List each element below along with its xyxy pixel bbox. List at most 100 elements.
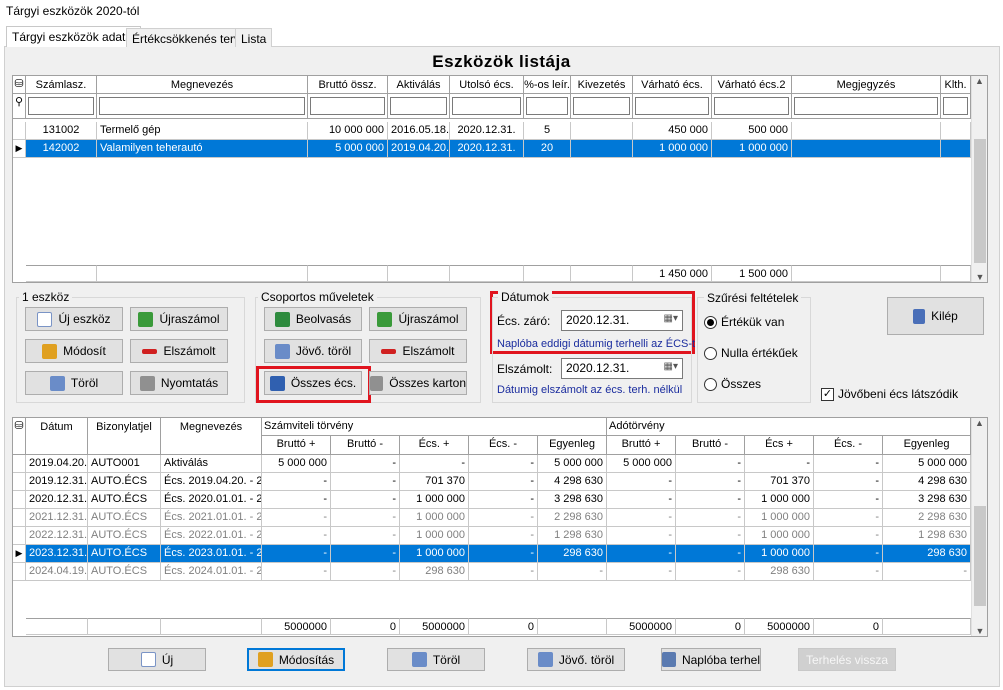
table-cell[interactable]: 298 630 (538, 545, 607, 563)
table-cell[interactable]: 2022.12.31. (26, 527, 88, 545)
new-asset-button[interactable]: Új eszköz (25, 307, 123, 331)
print-button[interactable]: Nyomtatás (130, 371, 228, 395)
table-cell[interactable]: 2020.12.31. (450, 140, 524, 158)
table-cell[interactable]: - (331, 563, 400, 581)
table-cell[interactable]: 1 298 630 (538, 527, 607, 545)
table-cell[interactable] (792, 122, 941, 140)
table-cell[interactable]: AUTO.ÉCS (88, 473, 161, 491)
table-cell[interactable]: - (814, 491, 883, 509)
filter-option-has-value[interactable]: Értékük van (704, 315, 784, 329)
table-cell[interactable]: - (676, 545, 745, 563)
column-header[interactable]: Dátum (26, 418, 88, 455)
filter-input[interactable] (943, 97, 968, 115)
table-cell[interactable]: - (262, 563, 331, 581)
journal-modify-button[interactable]: Módosítás (247, 648, 345, 671)
radio-icon[interactable] (704, 346, 717, 360)
filter-input[interactable] (635, 97, 709, 115)
table-cell[interactable]: - (676, 527, 745, 545)
journal-grid-scrollbar[interactable]: ▲ ▼ (971, 418, 987, 636)
column-header[interactable]: Számlasz. (26, 76, 97, 94)
filter-option-all[interactable]: Összes (704, 377, 761, 391)
tab-depreciation-plan[interactable]: Értékcsökkenés terv (126, 28, 247, 47)
table-cell[interactable]: 20 (524, 140, 571, 158)
table-cell[interactable]: 1 000 000 (633, 140, 712, 158)
table-cell[interactable]: 1 000 000 (400, 491, 469, 509)
table-cell[interactable]: 298 630 (745, 563, 814, 581)
table-cell[interactable]: Écs. 2019.04.20. - 201 (161, 473, 262, 491)
table-cell[interactable]: 5 000 000 (538, 455, 607, 473)
filter-input[interactable] (452, 97, 521, 115)
table-cell[interactable]: Écs. 2022.01.01. - 202 (161, 527, 262, 545)
asset-grid-scrollbar[interactable]: ▲ ▼ (971, 76, 987, 282)
table-cell[interactable]: - (400, 455, 469, 473)
column-header[interactable]: Egyenleg (538, 436, 607, 455)
journal-new-button[interactable]: Új (108, 648, 206, 671)
exit-button[interactable]: Kilép (887, 297, 984, 335)
column-header[interactable]: Várható écs.2 (712, 76, 792, 94)
table-cell[interactable]: - (331, 491, 400, 509)
table-cell[interactable]: 2019.12.31. (26, 473, 88, 491)
table-cell[interactable]: 2020.12.31. (450, 122, 524, 140)
table-cell[interactable]: - (607, 473, 676, 491)
journal-future-delete-button[interactable]: Jövő. töröl (527, 648, 625, 671)
table-cell[interactable]: - (331, 509, 400, 527)
scroll-thumb[interactable] (974, 139, 986, 263)
table-cell[interactable]: 4 298 630 (538, 473, 607, 491)
table-cell[interactable]: 1 000 000 (400, 545, 469, 563)
table-cell[interactable]: 5 000 000 (308, 140, 388, 158)
settled-date-picker[interactable]: 2020.12.31. ▦▾ (561, 358, 683, 379)
table-cell[interactable] (571, 140, 633, 158)
scroll-thumb[interactable] (974, 506, 986, 606)
table-cell[interactable]: - (814, 509, 883, 527)
column-header[interactable]: Utolsó écs. (450, 76, 524, 94)
table-cell[interactable]: Écs. 2023.01.01. - 202 (161, 545, 262, 563)
table-cell[interactable] (941, 140, 971, 158)
table-cell[interactable]: - (814, 455, 883, 473)
table-cell[interactable]: 1 000 000 (712, 140, 792, 158)
table-cell[interactable]: 500 000 (712, 122, 792, 140)
future-visible-checkbox[interactable]: ✓ Jövőbeni écs látszódik (821, 387, 958, 401)
table-cell[interactable]: 701 370 (400, 473, 469, 491)
table-cell[interactable]: 5 000 000 (607, 455, 676, 473)
table-cell[interactable]: - (331, 455, 400, 473)
modify-button[interactable]: Módosít (25, 339, 123, 363)
all-depreciation-button[interactable]: Összes écs. (264, 371, 362, 395)
table-cell[interactable]: AUTO.ÉCS (88, 563, 161, 581)
filter-input[interactable] (28, 97, 94, 115)
column-header[interactable]: %-os leír. (524, 76, 571, 94)
tab-asset-data[interactable]: Tárgyi eszközök adatai (6, 26, 141, 48)
column-header[interactable]: Megnevezés (161, 418, 262, 455)
column-header[interactable]: Klth. (941, 76, 971, 94)
delete-button[interactable]: Töröl (25, 371, 123, 395)
scroll-up-icon[interactable]: ▲ (972, 76, 987, 86)
table-cell[interactable]: AUTO.ÉCS (88, 545, 161, 563)
all-card-button[interactable]: Összes karton (369, 371, 467, 395)
table-cell[interactable]: Écs. 2020.01.01. - 202 (161, 491, 262, 509)
table-cell[interactable]: 4 298 630 (883, 473, 971, 491)
table-cell[interactable]: 1 000 000 (745, 509, 814, 527)
table-cell[interactable]: - (676, 563, 745, 581)
scroll-up-icon[interactable]: ▲ (972, 418, 987, 428)
table-cell[interactable]: 5 000 000 (262, 455, 331, 473)
table-cell[interactable]: - (607, 509, 676, 527)
table-cell[interactable]: 3 298 630 (538, 491, 607, 509)
table-cell[interactable]: - (607, 563, 676, 581)
group-recalc-button[interactable]: Újraszámol (369, 307, 467, 331)
table-cell[interactable]: 2024.04.19. (26, 563, 88, 581)
table-cell[interactable]: - (262, 491, 331, 509)
table-cell[interactable]: 2016.05.18. (388, 122, 450, 140)
column-header[interactable]: Várható écs. (633, 76, 712, 94)
table-cell[interactable]: 2021.12.31. (26, 509, 88, 527)
table-cell[interactable]: - (676, 455, 745, 473)
table-cell[interactable]: - (538, 563, 607, 581)
table-cell[interactable]: 2 298 630 (883, 509, 971, 527)
table-cell[interactable]: AUTO001 (88, 455, 161, 473)
table-cell[interactable]: - (469, 527, 538, 545)
filter-option-zero[interactable]: Nulla értékűek (704, 346, 798, 360)
radio-selected-icon[interactable] (704, 315, 717, 329)
table-cell[interactable]: 298 630 (400, 563, 469, 581)
table-cell[interactable]: 2020.12.31. (26, 491, 88, 509)
table-cell[interactable]: - (814, 527, 883, 545)
table-cell[interactable]: 1 000 000 (745, 527, 814, 545)
table-cell[interactable]: Écs. 2024.01.01. - 202 (161, 563, 262, 581)
